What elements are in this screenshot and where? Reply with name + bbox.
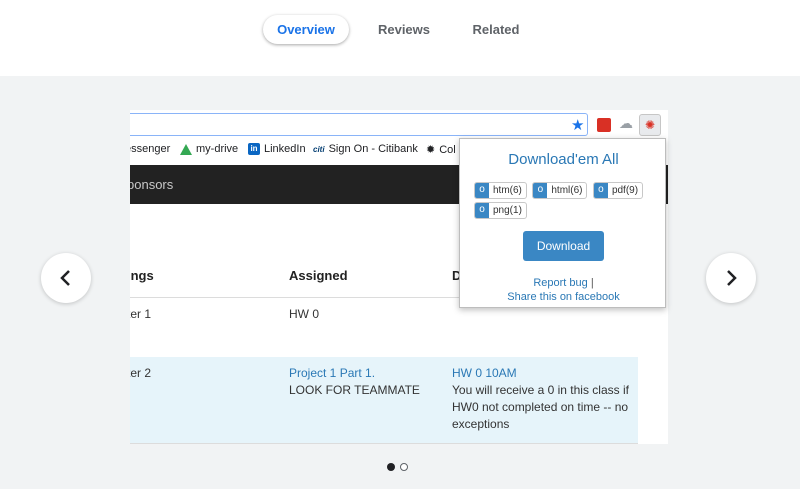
chevron-right-icon [727,270,737,286]
gear-icon: ✹ [426,144,436,156]
address-bar[interactable] [130,113,588,136]
table-header-assigned: Assigned [289,268,348,283]
drive-icon [180,143,192,155]
table-divider [130,443,638,444]
extension-red-icon[interactable] [597,118,611,132]
chip-label: html(6) [551,185,583,196]
detail-tabs-bar: Overview Reviews Related [0,0,800,76]
extension-downloadem-icon[interactable]: ✺ [639,114,661,136]
popup-title: Download'em All [508,151,619,168]
carousel-dot-active[interactable] [387,463,395,471]
row2-assigned-link[interactable]: Project 1 Part 1. [289,365,375,382]
row2-due-link[interactable]: HW 0 10AM [452,365,517,382]
chip-label: pdf(9) [611,185,639,196]
linkedin-icon: in [248,143,260,155]
tab-overview[interactable]: Overview [263,15,349,44]
chevron-left-icon [60,270,70,286]
filetype-chips: o htm(6) o html(6) o pdf(9) o png(1) [474,182,660,222]
chip-pdf[interactable]: o pdf(9) [592,182,644,199]
table-header-readings: ings [130,268,154,283]
footer-separator: | [590,277,594,289]
downloadem-popup: Download'em All o htm(6) o html(6) o pdf(9)… [459,138,666,308]
row1-reading: ter 1 [130,307,152,321]
bookmark-citibank[interactable]: citi Sign On - Citibank [313,143,418,155]
tab-reviews[interactable]: Reviews [369,15,439,44]
bookmark-my-drive[interactable]: my-drive [180,143,238,155]
popup-footer: Report bug | Share this on facebook [460,276,667,304]
citi-icon: citi [313,144,325,154]
row2-assigned-text: LOOK FOR TEAMMATE [289,383,420,397]
chip-toggle[interactable]: o [475,203,489,218]
bookmark-messenger[interactable]: essenger [130,143,170,155]
report-bug-link[interactable]: Report bug [533,277,587,289]
bookmark-linkedin[interactable]: in LinkedIn [248,143,306,155]
chip-toggle[interactable]: o [533,183,548,198]
row1-assigned: HW 0 [289,307,319,321]
share-facebook-link[interactable]: Share this on facebook [507,291,620,303]
chip-html[interactable]: o html(6) [532,182,588,199]
extension-cloud-icon[interactable]: ☁ [619,115,633,131]
row2-reading: ter 2 [130,366,152,380]
download-button[interactable]: Download [523,231,604,261]
row2-due-text: You will receive a 0 in this class if HW… [452,383,629,431]
bookmark-col[interactable]: ✹ Col [426,143,456,157]
carousel-dot[interactable] [400,463,408,471]
nav-item-sponsors[interactable]: ponsors [130,177,173,192]
chip-label: png(1) [493,205,522,216]
chip-toggle[interactable]: o [593,183,608,198]
bookmark-star-icon[interactable]: ★ [571,116,584,134]
carousel-next-button[interactable] [706,253,756,303]
carousel-prev-button[interactable] [41,253,91,303]
tab-related[interactable]: Related [462,15,530,44]
chip-label: htm(6) [493,185,522,196]
chip-htm[interactable]: o htm(6) [474,182,527,199]
chip-toggle[interactable]: o [475,183,489,198]
chip-png[interactable]: o png(1) [474,202,527,219]
